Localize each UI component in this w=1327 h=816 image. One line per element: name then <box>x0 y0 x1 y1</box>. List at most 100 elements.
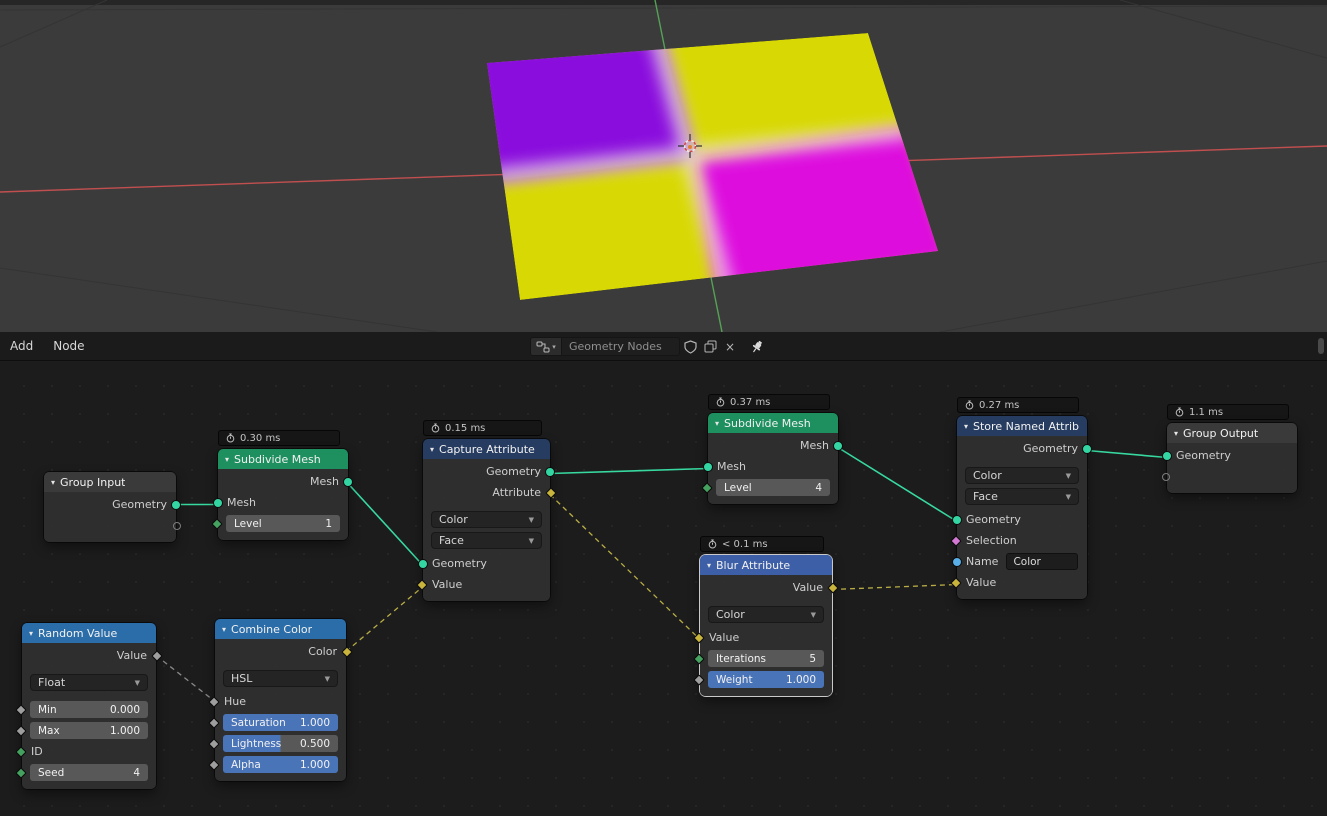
collapse-icon[interactable]: ▾ <box>225 455 229 464</box>
data-type-dropdown[interactable]: Color▼ <box>431 511 542 528</box>
node-title: Random Value <box>38 627 117 640</box>
node-tree-selector: ▾ Geometry Nodes × <box>530 337 740 356</box>
node-header[interactable]: ▾ Combine Color <box>215 619 346 639</box>
timing-badge: 0.15 ms <box>423 420 542 436</box>
max-slider[interactable]: Max1.000 <box>30 722 148 739</box>
node-group-output[interactable]: 1.1 ms ▾ Group Output Geometry <box>1167 404 1297 493</box>
node-title: Group Output <box>1183 427 1258 440</box>
node-tree-browse-button[interactable]: ▾ <box>530 337 562 356</box>
node-title: Subdivide Mesh <box>724 417 811 430</box>
attribute-name-field[interactable]: Color <box>1006 553 1078 570</box>
stopwatch-icon <box>226 433 235 443</box>
node-blur-attribute[interactable]: < 0.1 ms ▾ Blur Attribute Value Color▼ V… <box>700 536 832 696</box>
socket-virtual-output[interactable] <box>173 522 181 530</box>
output-label: Mesh <box>310 475 339 488</box>
viewport-3d[interactable] <box>0 0 1327 332</box>
data-type-dropdown[interactable]: Color▼ <box>708 606 824 623</box>
mode-dropdown[interactable]: HSL▼ <box>223 670 338 687</box>
collapse-icon[interactable]: ▾ <box>707 561 711 570</box>
node-header[interactable]: ▾ Group Input <box>44 472 176 492</box>
socket-mesh-output[interactable] <box>833 441 843 451</box>
collapse-icon[interactable]: ▾ <box>715 419 719 428</box>
domain-dropdown[interactable]: Face▼ <box>431 532 542 549</box>
chevron-down-icon: ▼ <box>135 679 140 687</box>
node-title: Store Named Attrib… <box>973 420 1080 433</box>
pushpin-icon <box>749 339 765 355</box>
collapse-icon[interactable]: ▾ <box>222 625 226 634</box>
timing-badge: 0.37 ms <box>708 394 830 410</box>
node-title: Subdivide Mesh <box>234 453 321 466</box>
output-label: Attribute <box>492 486 541 499</box>
close-icon: × <box>725 340 735 354</box>
fake-user-button[interactable] <box>680 337 700 356</box>
min-slider[interactable]: Min0.000 <box>30 701 148 718</box>
socket-geometry-output[interactable] <box>171 500 181 510</box>
node-title: Group Input <box>60 476 125 489</box>
shield-icon <box>684 340 697 354</box>
node-title: Blur Attribute <box>716 559 790 572</box>
input-label: Value <box>966 576 996 589</box>
socket-name-input[interactable] <box>952 557 962 567</box>
node-header[interactable]: ▾ Store Named Attrib… <box>957 416 1087 436</box>
menu-node[interactable]: Node <box>43 332 94 360</box>
collapse-icon[interactable]: ▾ <box>51 478 55 487</box>
node-store-named-attribute[interactable]: 0.27 ms ▾ Store Named Attrib… Geometry C… <box>957 397 1087 599</box>
weight-slider[interactable]: Weight1.000 <box>708 671 824 688</box>
socket-mesh-input[interactable] <box>703 462 713 472</box>
data-type-dropdown[interactable]: Color▼ <box>965 467 1079 484</box>
saturation-slider[interactable]: Saturation1.000 <box>223 714 338 731</box>
level-slider[interactable]: Level1 <box>226 515 340 532</box>
seed-slider[interactable]: Seed4 <box>30 764 148 781</box>
socket-geometry-output[interactable] <box>545 467 555 477</box>
node-tree-name-field[interactable]: Geometry Nodes <box>562 337 680 356</box>
unlink-button[interactable]: × <box>720 337 740 356</box>
socket-mesh-output[interactable] <box>343 477 353 487</box>
node-subdivide-mesh-1[interactable]: 0.30 ms ▾ Subdivide Mesh Mesh Mesh Level… <box>218 430 348 540</box>
socket-mesh-input[interactable] <box>213 498 223 508</box>
node-editor-header: Add Node ▾ Geometry Nodes <box>0 332 1327 361</box>
timing-badge: 0.27 ms <box>957 397 1079 413</box>
node-header[interactable]: ▾ Subdivide Mesh <box>708 413 838 433</box>
stopwatch-icon <box>708 539 717 549</box>
iterations-slider[interactable]: Iterations5 <box>708 650 824 667</box>
level-slider[interactable]: Level4 <box>716 479 830 496</box>
collapse-icon[interactable]: ▾ <box>964 422 968 431</box>
node-combine-color[interactable]: ▾ Combine Color Color HSL▼ Hue Saturatio… <box>215 619 346 781</box>
new-copy-button[interactable] <box>700 337 720 356</box>
chevron-down-icon: ▾ <box>552 343 556 351</box>
input-label: ID <box>31 745 43 758</box>
data-type-dropdown[interactable]: Float▼ <box>30 674 148 691</box>
pin-button[interactable] <box>748 337 766 356</box>
menu-add[interactable]: Add <box>0 332 43 360</box>
node-header[interactable]: ▾ Random Value <box>22 623 156 643</box>
domain-dropdown[interactable]: Face▼ <box>965 488 1079 505</box>
node-random-value[interactable]: ▾ Random Value Value Float▼ Min0.000 Max… <box>22 623 156 789</box>
collapse-icon[interactable]: ▾ <box>29 629 33 638</box>
node-header[interactable]: ▾ Blur Attribute <box>700 555 832 575</box>
socket-geometry-input[interactable] <box>418 559 428 569</box>
collapse-icon[interactable]: ▾ <box>1174 429 1178 438</box>
node-title: Combine Color <box>231 623 312 636</box>
node-editor-canvas[interactable] <box>0 362 1327 816</box>
socket-geometry-input[interactable] <box>1162 451 1172 461</box>
output-label: Value <box>793 581 823 594</box>
node-capture-attribute[interactable]: 0.15 ms ▾ Capture Attribute Geometry Att… <box>423 420 550 601</box>
node-header[interactable]: ▾ Group Output <box>1167 423 1297 443</box>
node-group-input[interactable]: ▾ Group Input Geometry <box>44 472 176 542</box>
socket-geometry-input[interactable] <box>952 515 962 525</box>
header-scrollbar[interactable] <box>1318 338 1324 354</box>
input-label: Geometry <box>432 557 487 570</box>
timing-badge: 1.1 ms <box>1167 404 1289 420</box>
chevron-down-icon: ▼ <box>529 516 534 524</box>
socket-geometry-output[interactable] <box>1082 444 1092 454</box>
node-header[interactable]: ▾ Subdivide Mesh <box>218 449 348 469</box>
socket-virtual-input[interactable] <box>1162 473 1170 481</box>
node-subdivide-mesh-2[interactable]: 0.37 ms ▾ Subdivide Mesh Mesh Mesh Level… <box>708 394 838 504</box>
node-header[interactable]: ▾ Capture Attribute <box>423 439 550 459</box>
lightness-slider[interactable]: Lightness0.500 <box>223 735 338 752</box>
collapse-icon[interactable]: ▾ <box>430 445 434 454</box>
node-title: Capture Attribute <box>439 443 535 456</box>
alpha-slider[interactable]: Alpha1.000 <box>223 756 338 773</box>
input-label: Value <box>432 578 462 591</box>
input-label: Mesh <box>227 496 256 509</box>
